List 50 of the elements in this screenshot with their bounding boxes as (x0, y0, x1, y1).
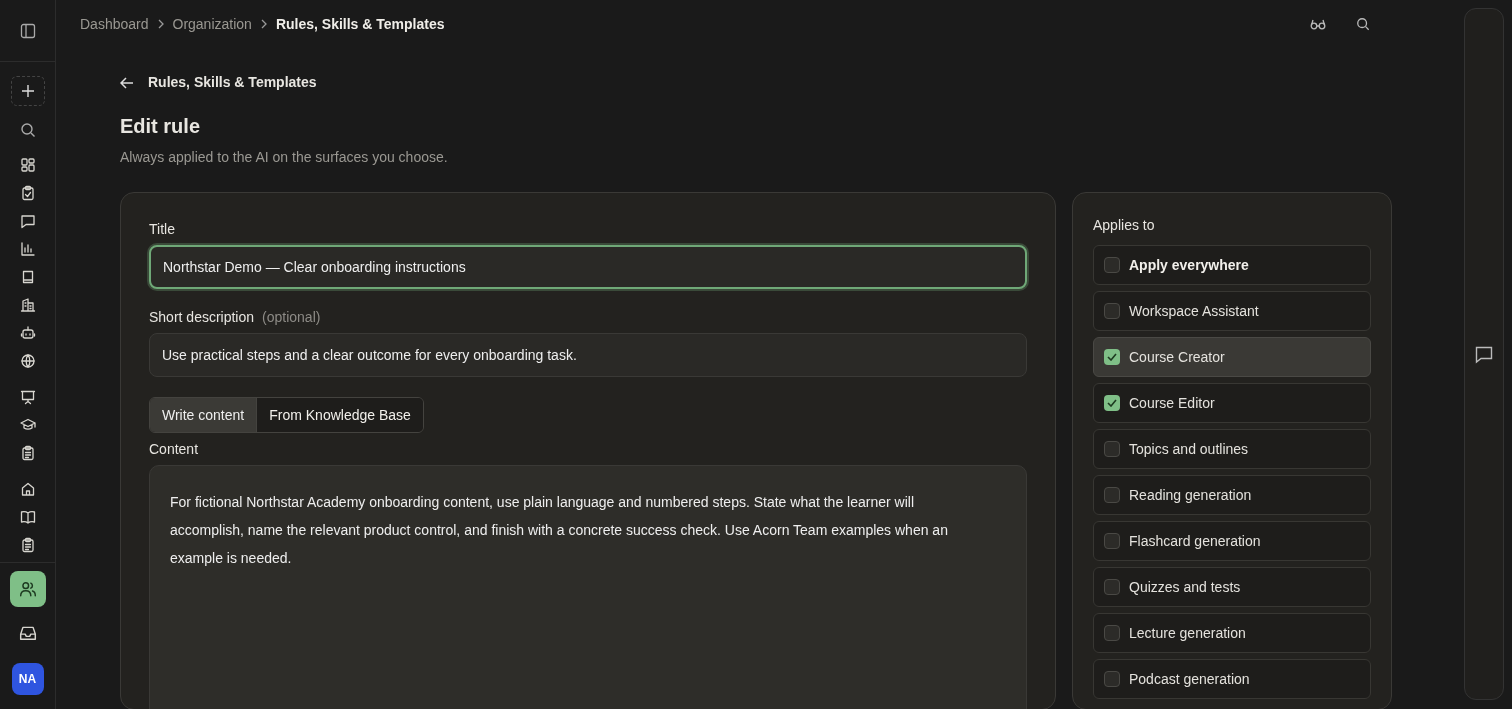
checkbox[interactable] (1104, 625, 1120, 641)
page-subheading: Always applied to the AI on the surfaces you choose. (120, 148, 449, 167)
surface-option[interactable]: Topics and outlines (1093, 429, 1371, 469)
field-label: Title (149, 220, 176, 239)
checkmark-icon (1107, 353, 1117, 361)
checkbox[interactable] (1104, 671, 1120, 687)
glasses-icon[interactable] (1310, 18, 1326, 30)
search-icon[interactable] (1356, 17, 1370, 31)
breadcrumb-link[interactable]: Dashboard (80, 13, 149, 35)
field-label: Content (149, 440, 200, 459)
checkbox[interactable] (1104, 533, 1120, 549)
surface-option[interactable]: Flashcard generation (1093, 521, 1371, 561)
user-avatar[interactable]: NA (11, 663, 44, 695)
sidebar-toggle-icon[interactable] (19, 22, 36, 39)
chat-icon[interactable] (1474, 344, 1494, 364)
checkmark-icon (1107, 399, 1117, 407)
section-label: Applies to (1093, 216, 1156, 235)
content-field[interactable]: For fictional Northstar Academy onboarding content, use plain language and numbered steps. State what the learner will accomplish, name the relevant product control, and finish with a concrete success check. Use Acorn Team examples when an example is needed. (149, 465, 1027, 709)
surface-option[interactable]: Reading generation (1093, 475, 1371, 515)
surface-option[interactable]: Course Editor (1093, 383, 1371, 423)
checkbox[interactable] (1104, 487, 1120, 503)
surface-option[interactable]: Lecture generation (1093, 613, 1371, 653)
optional-hint: (optional) (262, 308, 321, 327)
checkbox[interactable] (1104, 303, 1120, 319)
chevron-right-icon (259, 19, 268, 29)
content-source-tab[interactable]: From Knowledge Base (256, 398, 423, 432)
back-link[interactable]: Rules, Skills & Templates (120, 72, 1392, 93)
surface-option[interactable]: Quizzes and tests (1093, 567, 1371, 607)
people-icon[interactable] (9, 571, 46, 607)
surface-option[interactable]: Podcast generation (1093, 659, 1371, 699)
description-field[interactable]: Use practical steps and a clear outcome for every onboarding task. (149, 333, 1027, 377)
checkbox[interactable] (1104, 349, 1120, 365)
checkbox[interactable] (1104, 257, 1120, 273)
surface-option[interactable]: Apply everywhere (1093, 245, 1371, 285)
checkbox[interactable] (1104, 579, 1120, 595)
search-icon[interactable] (19, 122, 36, 138)
page-heading: Edit rule (120, 114, 201, 139)
arrow-left-icon (120, 76, 134, 89)
surface-option[interactable]: Course Creator (1093, 337, 1371, 377)
breadcrumb-link[interactable]: Rules, Skills & Templates (275, 13, 445, 35)
checkbox[interactable] (1104, 441, 1120, 457)
checkbox[interactable] (1104, 395, 1120, 411)
breadcrumb-link[interactable]: Organization (172, 13, 252, 35)
title-field[interactable]: Northstar Demo — Clear onboarding instructions (149, 245, 1027, 289)
new-button[interactable] (10, 76, 45, 106)
content-source-tab[interactable]: Write content (150, 398, 257, 432)
field-label: Short description (149, 308, 255, 327)
plus-icon (20, 84, 35, 98)
chevron-right-icon (156, 19, 165, 29)
surface-option[interactable]: Workspace Assistant (1093, 291, 1371, 331)
